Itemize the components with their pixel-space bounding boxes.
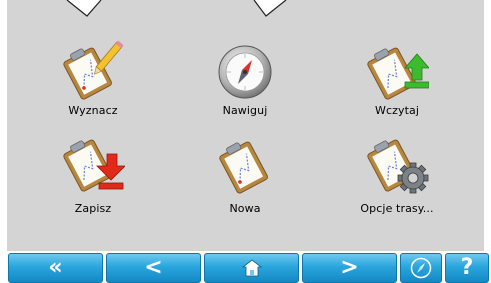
home-icon — [241, 259, 262, 277]
tile-new[interactable]: Nowa — [185, 136, 305, 222]
tile-load-label: Wczytaj — [374, 104, 420, 117]
map-button[interactable] — [400, 253, 442, 283]
clipboard-new-icon — [219, 141, 268, 194]
menu-panel: Wyznacz Nawiguj Wczytaj Zapisz Nowa Opcj… — [7, 0, 484, 251]
tile-route[interactable]: Wyznacz — [33, 38, 153, 124]
double-chevron-left-icon: « — [48, 255, 63, 280]
first-page-button[interactable]: « — [8, 253, 103, 283]
tile-route-label: Wyznacz — [68, 104, 118, 117]
route-menu-screen: Wyznacz Nawiguj Wczytaj Zapisz Nowa Opcj… — [0, 0, 491, 283]
help-icon: ? — [460, 255, 474, 280]
previous-button[interactable]: < — [106, 253, 201, 283]
clipboard-pencil-icon — [63, 40, 124, 100]
tile-options-label: Opcje trasy... — [360, 202, 434, 215]
compass-icon — [218, 45, 272, 99]
clipboard-upload-icon — [367, 47, 429, 100]
pointer-triangle-right — [253, 0, 287, 17]
tile-navigate[interactable]: Nawiguj — [185, 38, 305, 124]
tile-new-label: Nowa — [229, 202, 261, 215]
help-button[interactable]: ? — [445, 253, 489, 283]
tile-save[interactable]: Zapisz — [33, 136, 153, 222]
chevron-right-icon: > — [340, 255, 359, 280]
bottom-toolbar: « < > ? — [0, 253, 491, 283]
tile-navigate-label: Nawiguj — [222, 104, 268, 117]
next-button[interactable]: > — [302, 253, 397, 283]
tile-save-label: Zapisz — [74, 202, 112, 215]
tile-options[interactable]: Opcje trasy... — [337, 136, 457, 222]
chevron-left-icon: < — [144, 255, 163, 280]
clipboard-gear-icon — [367, 139, 429, 194]
compass-icon — [410, 257, 432, 279]
pointer-triangle-left — [66, 0, 102, 17]
home-button[interactable] — [204, 253, 299, 283]
tile-load[interactable]: Wczytaj — [337, 38, 457, 124]
clipboard-download-icon — [63, 139, 125, 192]
